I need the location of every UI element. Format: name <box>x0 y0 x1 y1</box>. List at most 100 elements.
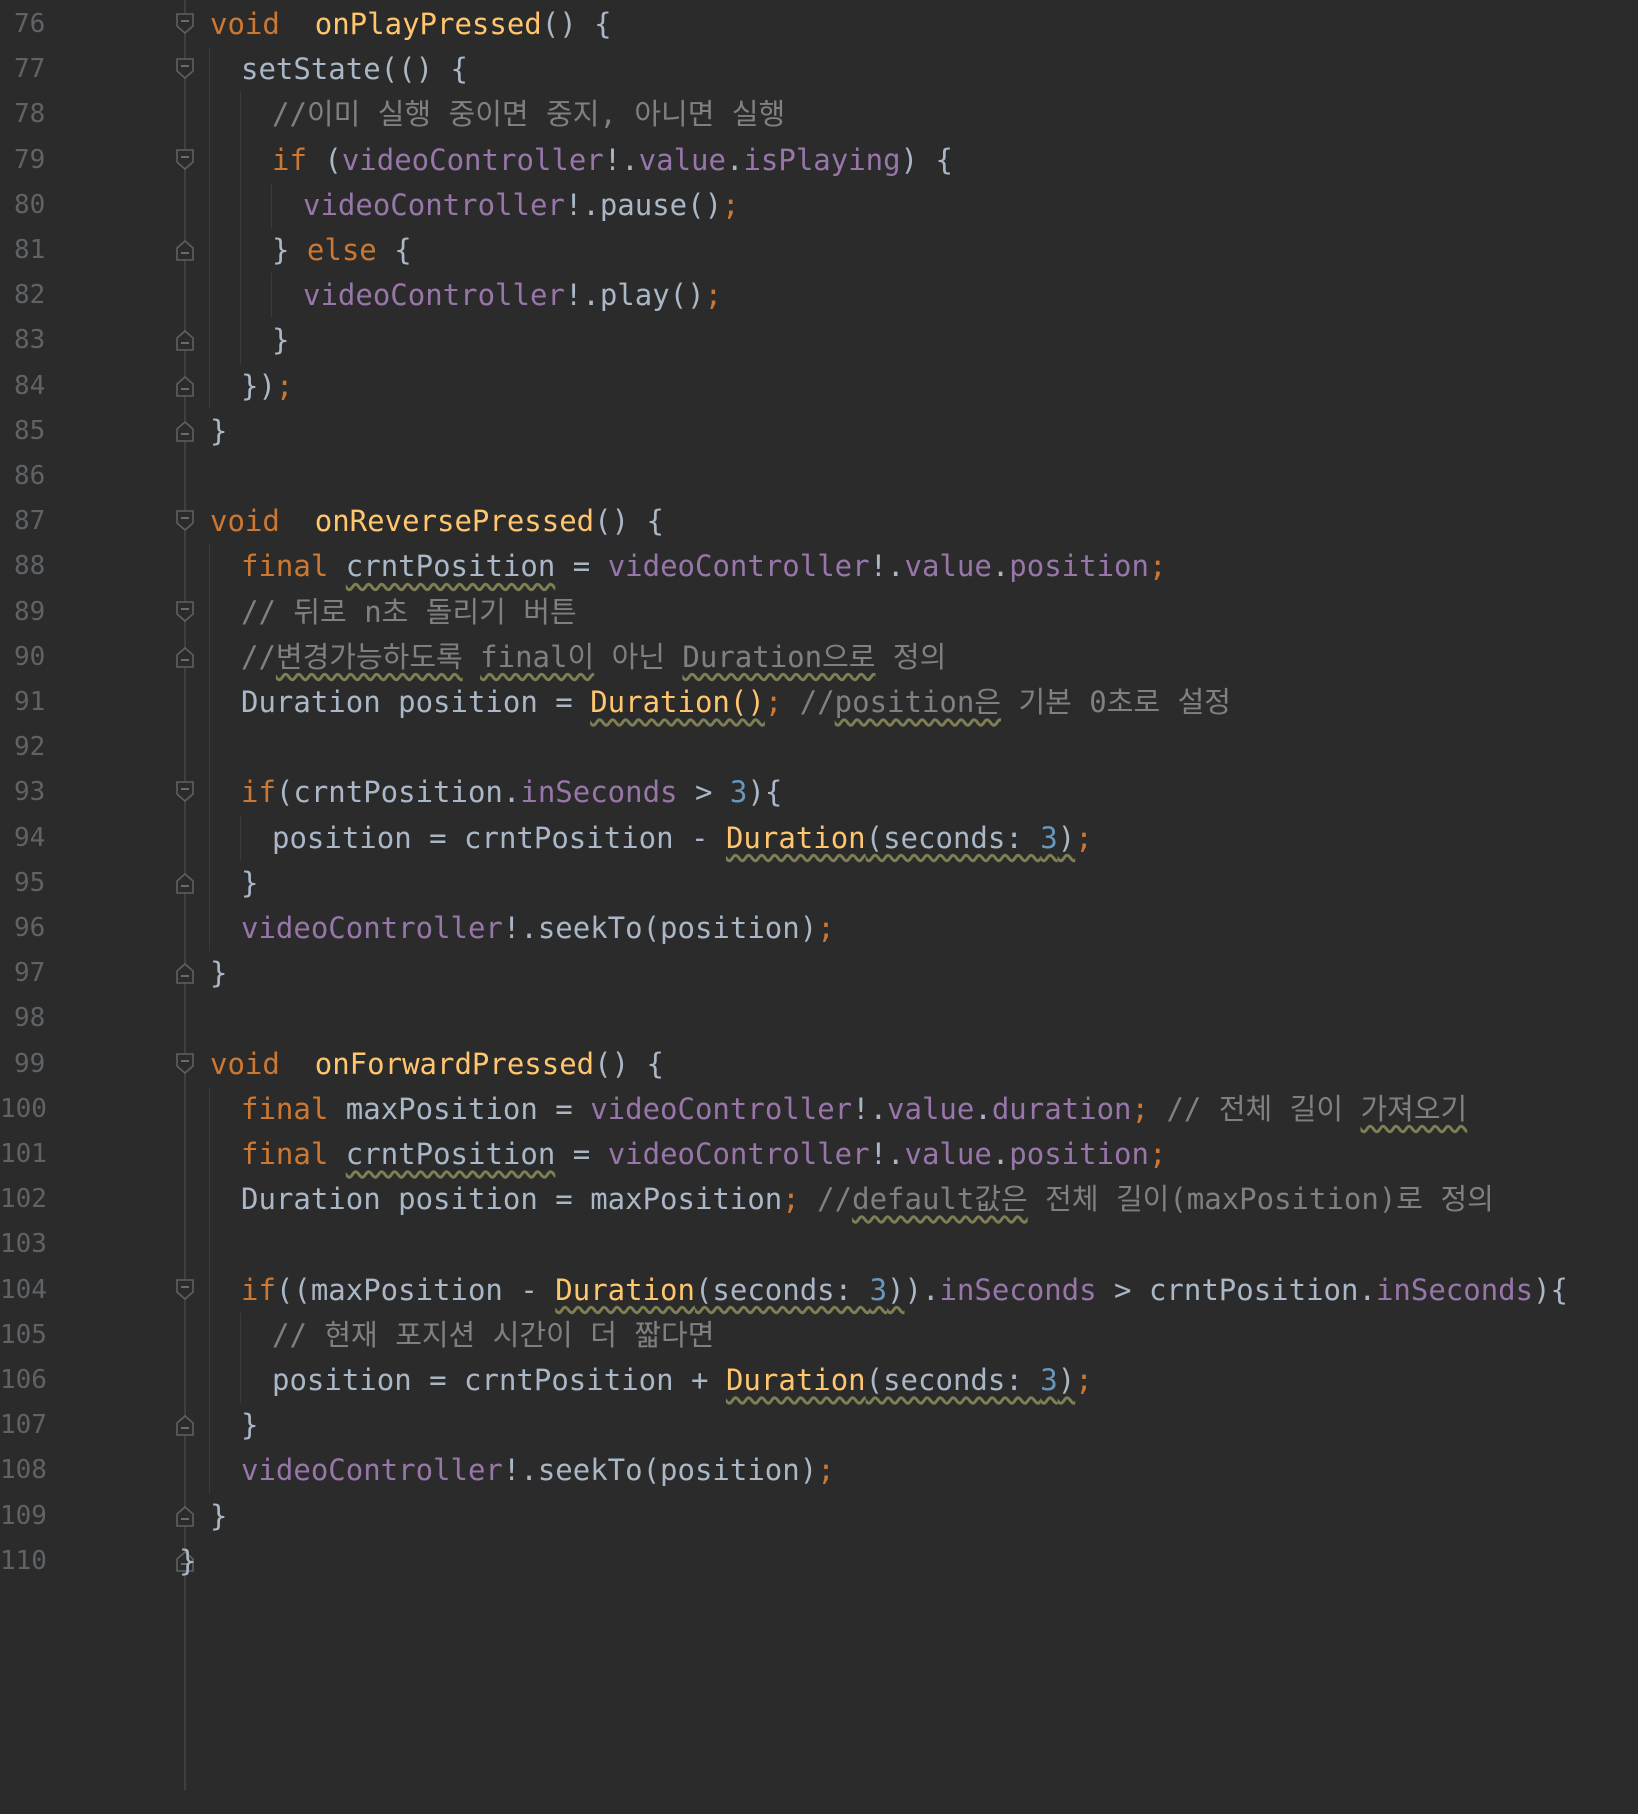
code-line[interactable]: } <box>241 1399 258 1451</box>
code-line[interactable]: videoController!.play(); <box>303 269 722 321</box>
code-line[interactable]: }); <box>241 360 293 412</box>
code-token: videoController <box>241 911 503 945</box>
code-line[interactable]: } <box>179 1535 196 1587</box>
code-line[interactable]: Duration position = maxPosition; //defau… <box>241 1173 1494 1225</box>
code-token: !.seekTo(position) <box>502 911 818 945</box>
code-line[interactable]: if (videoController!.value.isPlaying) { <box>272 134 953 186</box>
fold-open-icon[interactable] <box>173 12 197 36</box>
fold-open-icon[interactable] <box>173 148 197 172</box>
code-token: ; <box>764 685 783 719</box>
code-token: 3 <box>1040 1363 1058 1397</box>
code-token: . <box>991 549 1010 584</box>
code-token: } <box>272 233 307 267</box>
code-token: videoController <box>341 142 604 177</box>
code-token: final <box>241 1137 329 1171</box>
indent-guide <box>209 228 210 274</box>
fold-close-icon[interactable] <box>173 1413 197 1437</box>
code-token: value <box>904 549 992 584</box>
line-number: 103 <box>0 1229 47 1260</box>
indent-guide <box>209 273 210 319</box>
fold-close-icon[interactable] <box>173 238 197 262</box>
fold-close-icon[interactable] <box>173 645 197 669</box>
code-line[interactable]: final crntPosition = videoController!.va… <box>241 540 1166 592</box>
code-line[interactable]: } <box>241 857 258 909</box>
code-line[interactable]: videoController!.pause(); <box>303 179 740 231</box>
code-token: Duration position = maxPosition <box>241 1182 783 1217</box>
code-token: // 뒤로 n초 돌리기 버튼 <box>241 594 577 629</box>
fold-open-icon[interactable] <box>173 1052 197 1076</box>
code-token: (seconds: <box>865 820 1041 855</box>
code-line[interactable]: if(crntPosition.inSeconds > 3){ <box>241 766 782 818</box>
indent-guide <box>209 725 210 771</box>
code-line[interactable]: // 현재 포지션 시간이 더 짧다면 <box>272 1309 714 1361</box>
line-number: 85 <box>14 415 46 446</box>
code-token: value <box>638 142 726 177</box>
line-number: 100 <box>0 1093 47 1124</box>
line-number: 91 <box>14 687 46 717</box>
line-number: 83 <box>14 325 46 356</box>
code-token: } <box>241 1408 259 1443</box>
fold-close-icon[interactable] <box>173 328 197 352</box>
code-token: { <box>376 233 412 267</box>
fold-close-icon[interactable] <box>173 419 197 443</box>
code-token: final <box>241 1091 329 1126</box>
code-line[interactable]: //이미 실행 중이면 중지, 아니면 실행 <box>272 88 785 140</box>
fold-open-icon[interactable] <box>173 509 197 533</box>
code-line[interactable]: // 뒤로 n초 돌리기 버튼 <box>241 586 577 638</box>
indent-guide <box>209 182 210 228</box>
code-line[interactable]: position = crntPosition + Duration(secon… <box>272 1354 1093 1406</box>
fold-close-icon[interactable] <box>173 374 197 398</box>
indent-guide <box>209 1132 210 1178</box>
code-editor[interactable]: 76 77 78 79 80 81 82 83 84 85 86 87 88 89 90 91 92 93 94 95… <box>0 0 1638 1814</box>
code-token: videoController <box>590 1091 853 1126</box>
indent-guide <box>209 770 210 816</box>
code-token: else <box>306 233 377 267</box>
code-line[interactable]: //변경가능하도록 final이 아닌 Duration으로 정의 <box>241 631 946 683</box>
code-token: inSeconds <box>520 775 678 810</box>
indent-guide <box>209 815 210 861</box>
code-line[interactable]: Duration position = Duration(); //positi… <box>241 676 1231 728</box>
code-line[interactable]: setState(() { <box>241 43 468 95</box>
code-line[interactable]: } else { <box>272 224 412 276</box>
line-number: 77 <box>14 54 46 85</box>
code-line[interactable]: videoController!.seekTo(position); <box>241 1444 835 1496</box>
indent-guide <box>240 228 241 274</box>
code-token: // <box>782 685 835 719</box>
code-token: position <box>1009 549 1149 584</box>
fold-open-icon[interactable] <box>173 1278 197 1302</box>
code-line[interactable]: if((maxPosition - Duration(seconds: 3)).… <box>241 1264 1568 1316</box>
code-token: 정의 <box>875 639 947 674</box>
code-line[interactable]: } <box>210 947 227 999</box>
fold-close-icon[interactable] <box>173 1504 197 1528</box>
code-token: (seconds: <box>694 1272 870 1307</box>
code-line[interactable]: void onForwardPressed() { <box>210 1038 664 1090</box>
code-token: ) <box>1057 1363 1076 1397</box>
code-token: !. <box>603 142 639 177</box>
indent-guide <box>240 182 241 228</box>
line-number: 97 <box>14 958 46 989</box>
fold-close-icon[interactable] <box>173 871 197 895</box>
indent-guide <box>271 182 272 228</box>
fold-open-icon[interactable] <box>173 57 197 81</box>
code-token: ){ <box>1533 1272 1568 1307</box>
code-line[interactable]: final crntPosition = videoController!.va… <box>241 1128 1166 1180</box>
line-number: 93 <box>14 777 46 808</box>
line-number: 90 <box>14 641 46 672</box>
fold-open-icon[interactable] <box>173 600 197 624</box>
code-token: final이 <box>480 639 595 674</box>
fold-close-icon[interactable] <box>173 961 197 985</box>
code-line[interactable]: void onReversePressed() { <box>210 495 664 547</box>
code-token: !.pause() <box>564 187 723 222</box>
code-line[interactable]: position = crntPosition - Duration(secon… <box>272 812 1093 864</box>
code-line[interactable]: videoController!.seekTo(position); <box>241 902 835 954</box>
indent-guide <box>209 92 210 138</box>
code-token: //이미 실행 중이면 중지, 아니면 실행 <box>272 97 786 132</box>
code-line[interactable]: } <box>272 314 289 366</box>
code-line[interactable]: final maxPosition = videoController!.val… <box>241 1083 1467 1135</box>
code-token: videoController <box>303 278 565 313</box>
code-line[interactable]: } <box>210 1490 227 1542</box>
code-line[interactable]: } <box>210 405 227 457</box>
code-token: // 현재 포지션 시간이 더 짧다면 <box>272 1317 715 1352</box>
fold-open-icon[interactable] <box>173 780 197 804</box>
